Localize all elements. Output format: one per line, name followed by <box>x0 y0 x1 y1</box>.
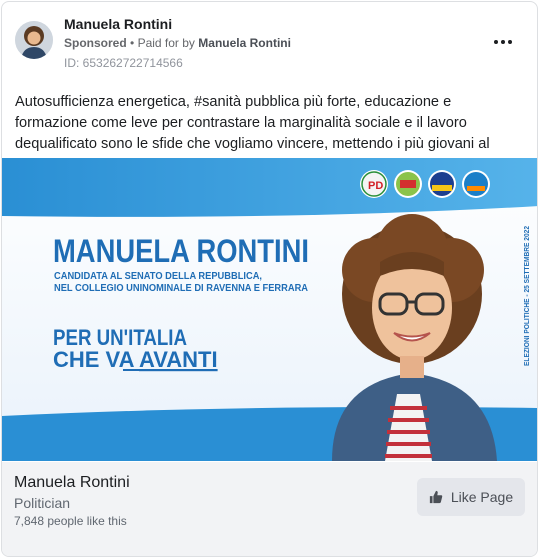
dot-separator: • <box>130 36 138 50</box>
ad-id: ID: 653262722714566 <box>64 56 183 70</box>
more-dots-icon <box>494 40 498 44</box>
thumbs-up-icon <box>429 490 443 504</box>
page-name[interactable]: Manuela Rontini <box>14 474 130 492</box>
like-page-button[interactable]: Like Page <box>417 478 525 516</box>
more-options-button[interactable] <box>489 32 517 52</box>
page-category: Politician <box>14 495 71 511</box>
banner-headline: MANUELA RONTINI <box>53 233 309 269</box>
campaign-banner: PD MANUELA RONTINI CANDIDATA AL SENATO D… <box>2 158 537 461</box>
avatar[interactable] <box>15 21 53 59</box>
banner-subtitle-2: NEL COLLEGIO UNINOMINALE DI RAVENNA E FE… <box>54 283 308 294</box>
page-likes-count: 7,848 people like this <box>14 514 127 528</box>
banner-side-text: ELEZIONI POLITICHE - 25 SETTEMBRE 2022 <box>524 226 531 366</box>
like-page-label: Like Page <box>450 489 514 505</box>
payer-name[interactable]: Manuela Rontini <box>198 36 291 50</box>
post-header: Manuela Rontini Sponsored • Paid for by … <box>2 2 537 82</box>
sponsored-line: Sponsored • Paid for by Manuela Rontini <box>64 36 291 50</box>
page-footer: Manuela Rontini Politician 7,848 people … <box>2 462 537 556</box>
sponsored-label: Sponsored <box>64 36 127 50</box>
post-author-name[interactable]: Manuela Rontini <box>64 16 172 32</box>
ad-card: Manuela Rontini Sponsored • Paid for by … <box>1 1 538 557</box>
banner-slogan-2: CHE VA AVANTI <box>53 347 218 372</box>
avatar-portrait-icon <box>15 21 53 59</box>
ad-creative-image[interactable]: PD MANUELA RONTINI CANDIDATA AL SENATO D… <box>2 158 537 461</box>
banner-subtitle-1: CANDIDATA AL SENATO DELLA REPUBBLICA, <box>54 271 262 282</box>
paid-for-prefix: Paid for by <box>137 36 195 50</box>
svg-text:PD: PD <box>368 180 383 192</box>
